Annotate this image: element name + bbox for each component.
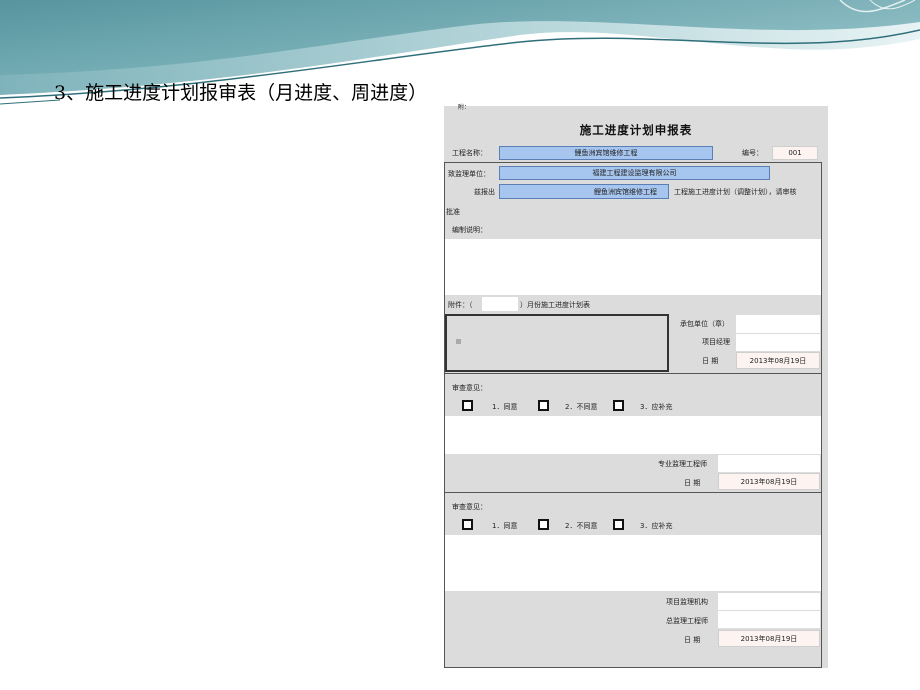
submit-label: 兹报出 (474, 188, 495, 196)
slide-title: 3、施工进度计划报审表（月进度、周进度） (54, 82, 428, 104)
submit-suffix: 工程施工进度计划（调整计划），请审核 (674, 188, 797, 196)
review1-signer-cell[interactable] (718, 455, 820, 472)
serial-label: 编号： (742, 149, 763, 157)
project-name-label: 工程名称： (452, 149, 487, 157)
review1-agree-label: 1．同意 (492, 403, 518, 411)
review1-disagree-label: 2．不同意 (565, 403, 598, 411)
pm-label: 项目经理 (702, 338, 730, 346)
explain-label: 编制说明： (452, 226, 487, 234)
progress-plan-form: 附： 施工进度计划申报表 工程名称： 鲤鱼洲宾馆维修工程 编号： 001 致监理… (444, 104, 828, 668)
review2-supplement-label: 3．应补充 (640, 522, 673, 530)
attach-suffix: ）月份施工进度计划表 (520, 301, 590, 309)
approve-label: 批准 (446, 208, 460, 216)
review2-disagree-checkbox[interactable] (538, 519, 549, 530)
review2-comment-area[interactable] (445, 535, 821, 591)
review1-comment-area[interactable] (445, 416, 821, 454)
review1-supplement-checkbox[interactable] (613, 400, 624, 411)
corner-mark: 附： (458, 104, 471, 111)
contractor-label: 承包单位（章） (680, 320, 729, 328)
review2-date-value: 2013年08月19日 (740, 635, 798, 643)
review2-org-cell[interactable] (718, 593, 820, 610)
explain-area[interactable] (445, 239, 821, 295)
divider-1 (445, 373, 822, 374)
pm-cell[interactable] (736, 334, 820, 351)
stamp-marker (456, 339, 461, 344)
review1-date-value: 2013年08月19日 (740, 478, 798, 486)
review2-chief-label: 总监理工程师 (666, 617, 708, 625)
date1-value: 2013年08月19日 (749, 357, 807, 365)
contractor-cell[interactable] (736, 315, 820, 333)
serial-value: 001 (788, 149, 802, 157)
stamp-box (445, 314, 669, 372)
date1-label: 日 期 (702, 357, 719, 365)
review1-disagree-checkbox[interactable] (538, 400, 549, 411)
review2-agree-checkbox[interactable] (462, 519, 473, 530)
review2-chief-cell[interactable] (718, 611, 820, 628)
submit-value: 鲤鱼洲宾馆维修工程 (594, 188, 657, 196)
attach-prefix: 附件：（ (448, 301, 473, 309)
attach-month-cell[interactable] (482, 297, 518, 311)
review2-org-label: 项目监理机构 (666, 598, 708, 606)
to-value: 福建工程建设监理有限公司 (592, 169, 677, 177)
review1-date-label: 日 期 (684, 479, 701, 487)
to-label: 致监理单位： (448, 170, 490, 178)
review1-signer-label: 专业监理工程师 (658, 460, 707, 468)
review2-label: 审查意见： (452, 503, 487, 511)
review1-label: 审查意见： (452, 384, 487, 392)
review2-date-label: 日 期 (684, 636, 701, 644)
form-title: 施工进度计划申报表 (579, 123, 693, 137)
review1-agree-checkbox[interactable] (462, 400, 473, 411)
review2-agree-label: 1．同意 (492, 522, 518, 530)
review2-disagree-label: 2．不同意 (565, 522, 598, 530)
project-name-value: 鲤鱼洲宾馆维修工程 (574, 149, 638, 157)
review2-supplement-checkbox[interactable] (613, 519, 624, 530)
review1-supplement-label: 3．应补充 (640, 403, 673, 411)
divider-2 (445, 492, 822, 493)
